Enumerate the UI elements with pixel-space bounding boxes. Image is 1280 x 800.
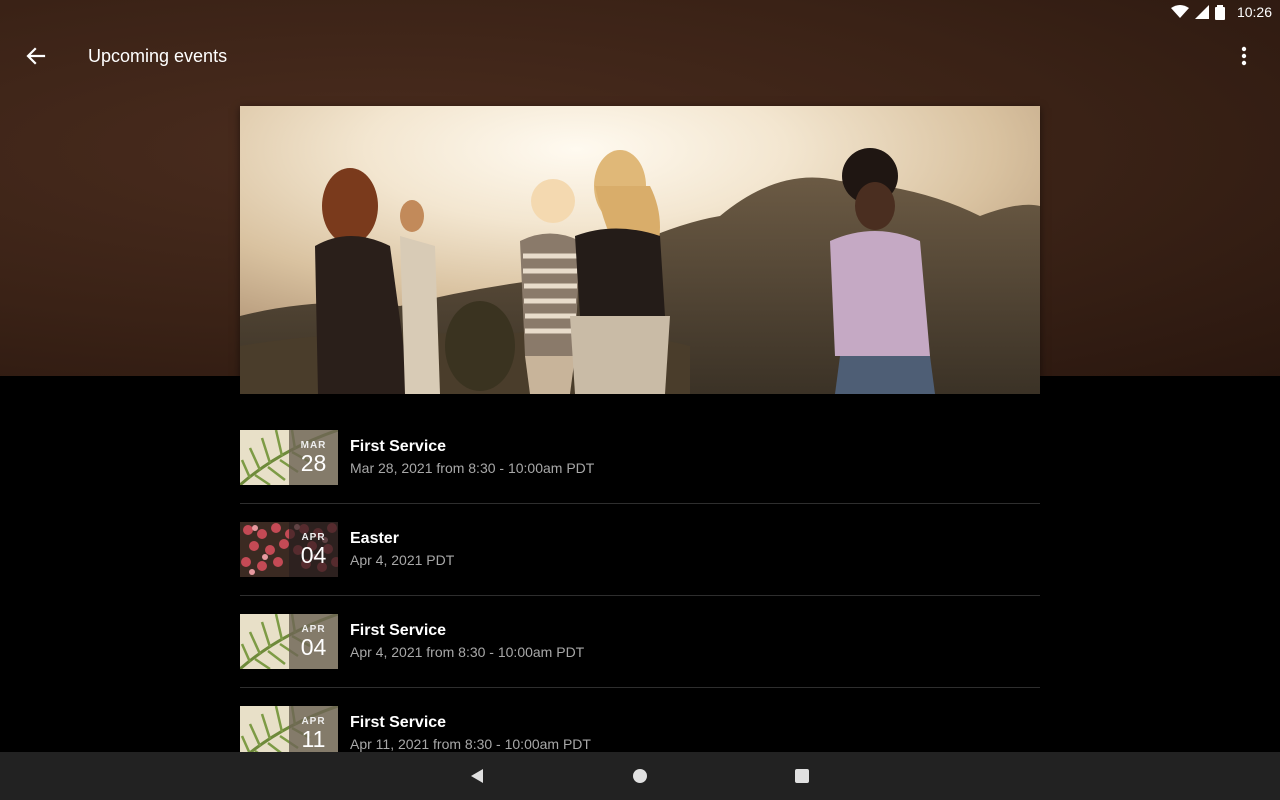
nav-recents-button[interactable] (786, 760, 818, 792)
event-item[interactable]: MAR 28 First Service Mar 28, 2021 from 8… (240, 412, 1040, 503)
nav-back-button[interactable] (461, 760, 493, 792)
event-thumbnail: APR 04 (240, 522, 338, 577)
date-badge-day: 04 (300, 633, 327, 660)
back-button[interactable] (12, 32, 60, 80)
event-title: First Service (350, 714, 447, 731)
event-list: MAR 28 First Service Mar 28, 2021 from 8… (240, 412, 1040, 779)
wifi-icon (1170, 5, 1189, 18)
event-thumbnail: APR 04 (240, 614, 338, 669)
date-badge-day: 11 (301, 725, 326, 752)
event-datetime: Apr 4, 2021 from 8:30 - 10:00am PDT (350, 644, 585, 660)
app-bar: Upcoming events (0, 24, 1280, 88)
more-vert-icon (1241, 46, 1247, 66)
event-title: Easter (350, 530, 399, 547)
date-badge: APR 04 (289, 614, 338, 669)
hero-image (240, 106, 1040, 394)
nav-home-icon (633, 769, 647, 783)
date-badge-month: APR (301, 623, 326, 635)
more-options-button[interactable] (1220, 32, 1268, 80)
event-title: First Service (350, 438, 447, 455)
date-badge-month: MAR (300, 439, 327, 451)
page-title: Upcoming events (88, 45, 228, 66)
event-datetime: Apr 4, 2021 PDT (350, 552, 455, 568)
arrow-back-icon (26, 47, 46, 65)
event-item[interactable]: APR 04 Easter Apr 4, 2021 PDT (240, 503, 1040, 595)
event-datetime: Mar 28, 2021 from 8:30 - 10:00am PDT (350, 460, 595, 476)
event-title: First Service (350, 622, 447, 639)
date-badge-month: APR (301, 531, 326, 543)
status-time: 10:26 (1236, 4, 1272, 20)
date-badge-day: 04 (300, 541, 327, 568)
cellular-signal-icon (1194, 5, 1209, 19)
battery-icon (1214, 4, 1225, 20)
nav-recents-icon (795, 769, 809, 783)
system-nav-bar (0, 752, 1280, 800)
nav-home-button[interactable] (624, 760, 656, 792)
date-badge-day: 28 (300, 449, 327, 476)
date-badge: APR 04 (289, 522, 338, 577)
event-item[interactable]: APR 04 First Service Apr 4, 2021 from 8:… (240, 595, 1040, 687)
event-thumbnail: MAR 28 (240, 430, 338, 485)
nav-back-icon (471, 769, 483, 783)
date-badge-month: APR (301, 715, 326, 727)
event-datetime: Apr 11, 2021 from 8:30 - 10:00am PDT (350, 736, 591, 752)
date-badge: MAR 28 (289, 430, 338, 485)
status-bar: 10:26 (0, 0, 1280, 24)
